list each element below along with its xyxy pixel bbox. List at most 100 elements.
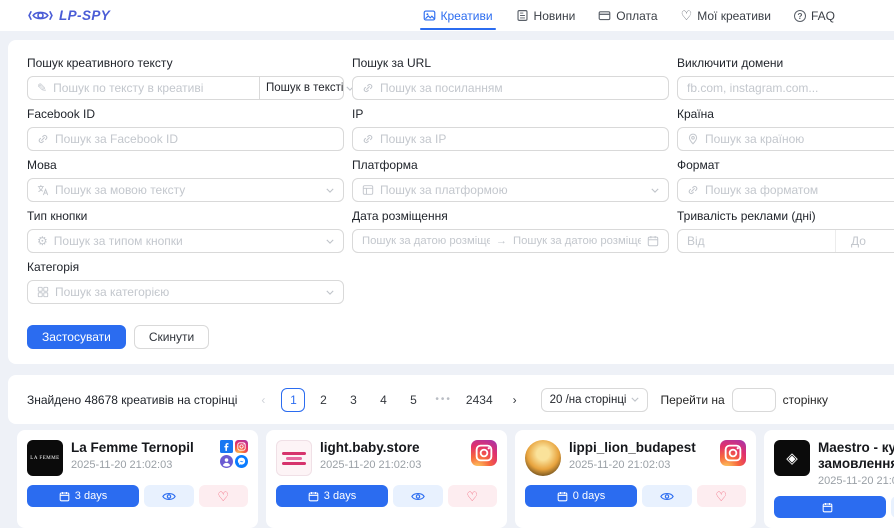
- messenger-icon[interactable]: [235, 455, 248, 468]
- days-label: 3 days: [324, 490, 356, 502]
- platform-select[interactable]: [352, 178, 669, 202]
- calendar-icon: [822, 502, 833, 513]
- days-active-button[interactable]: 3 days: [276, 485, 388, 507]
- location-pin-icon: [687, 133, 699, 145]
- link-icon: [687, 184, 699, 196]
- creative-cards-row: LA FEMME La Femme Ternopil 2025-11-20 21…: [0, 430, 894, 528]
- creative-card[interactable]: lippi_lion_budapest 2025-11-20 21:02:03 …: [515, 430, 756, 528]
- nav-tab-payment[interactable]: Оплата: [598, 0, 657, 31]
- reset-button[interactable]: Скинути: [134, 325, 209, 349]
- format-select[interactable]: [677, 178, 894, 202]
- button-type-select[interactable]: ⚙: [27, 229, 344, 253]
- goto-page-input[interactable]: [732, 388, 776, 412]
- creative-card[interactable]: light.baby.store 2025-11-20 21:02:03 3 d…: [266, 430, 507, 528]
- page-size-select[interactable]: 20 /на сторінці: [541, 388, 649, 412]
- category-select[interactable]: [27, 280, 344, 304]
- logo[interactable]: LP-SPY: [28, 8, 110, 23]
- page-button-4[interactable]: 4: [371, 388, 395, 412]
- avatar: ◈: [774, 440, 810, 476]
- field-label: Пошук креативного тексту: [27, 56, 344, 70]
- main-nav: Креативи Новини Оплата ♡ Мої креативи ? …: [423, 0, 836, 31]
- days-label: 0 days: [573, 490, 605, 502]
- country-input[interactable]: [705, 132, 894, 146]
- prev-page-button[interactable]: ‹: [251, 388, 275, 412]
- pagination: ‹ 1 2 3 4 5 ••• 2434 ›: [251, 388, 526, 412]
- apply-button[interactable]: Застосувати: [27, 325, 126, 349]
- field-label: Facebook ID: [27, 107, 344, 121]
- favorite-button[interactable]: ♡: [199, 485, 249, 507]
- page-button-2[interactable]: 2: [311, 388, 335, 412]
- card-date: 2025-11-20 21:02:03: [818, 475, 894, 487]
- platform-grid-icon: [362, 184, 374, 196]
- view-button[interactable]: [393, 485, 443, 507]
- days-active-button[interactable]: [774, 496, 886, 518]
- creative-card[interactable]: LA FEMME La Femme Ternopil 2025-11-20 21…: [17, 430, 258, 528]
- button-type-input[interactable]: [54, 234, 320, 248]
- creative-text-input[interactable]: [53, 81, 250, 95]
- exclude-domains-input[interactable]: [687, 81, 894, 95]
- facebook-id-input[interactable]: [55, 132, 334, 146]
- platform-input[interactable]: [380, 183, 645, 197]
- creative-card[interactable]: ◈ Maestro - кухні, ме замовлення в Ужг 2…: [764, 430, 894, 528]
- duration-to-input[interactable]: [842, 230, 894, 252]
- filter-creative-text: Пошук креативного тексту ✎ Пошук в текст…: [27, 56, 344, 100]
- url-input[interactable]: [380, 81, 659, 95]
- eye-icon: [162, 491, 176, 502]
- field-label: Пошук за URL: [352, 56, 669, 70]
- link-icon: [37, 133, 49, 145]
- nav-tab-creatives[interactable]: Креативи: [423, 0, 493, 31]
- next-page-button[interactable]: ›: [503, 388, 527, 412]
- days-active-button[interactable]: 0 days: [525, 485, 637, 507]
- nav-tab-faq[interactable]: ? FAQ: [794, 0, 835, 31]
- days-active-button[interactable]: 3 days: [27, 485, 139, 507]
- view-button[interactable]: [144, 485, 194, 507]
- page-button-3[interactable]: 3: [341, 388, 365, 412]
- language-select[interactable]: [27, 178, 344, 202]
- field-label: Країна: [677, 107, 894, 121]
- pagination-ellipsis[interactable]: •••: [431, 388, 456, 412]
- eye-icon: [660, 491, 674, 502]
- favorite-button[interactable]: ♡: [697, 485, 747, 507]
- view-button[interactable]: [642, 485, 692, 507]
- card-title[interactable]: Maestro - кухні, ме замовлення в Ужг: [818, 440, 894, 472]
- favorite-button[interactable]: ♡: [448, 485, 498, 507]
- eye-logo-icon: [28, 8, 53, 23]
- page-button-5[interactable]: 5: [401, 388, 425, 412]
- nav-label: Новини: [534, 9, 576, 23]
- card-title[interactable]: light.baby.store: [320, 440, 463, 456]
- results-summary: Знайдено 48678 креативів на сторінці: [27, 393, 237, 407]
- text-search-mode-select[interactable]: Пошук в тексті: [260, 76, 344, 100]
- page-button-last[interactable]: 2434: [462, 388, 497, 412]
- filter-ip: IP: [352, 107, 669, 151]
- date-range-picker[interactable]: →: [352, 229, 669, 253]
- field-label: Тривалість реклами (дні): [677, 209, 894, 223]
- pencil-icon: ✎: [37, 82, 47, 94]
- profile-icon[interactable]: [220, 455, 233, 468]
- ip-input[interactable]: [380, 132, 659, 146]
- field-label: Виключити домени: [677, 56, 894, 70]
- chevron-down-icon: [631, 397, 639, 402]
- filter-category: Категорія: [27, 260, 344, 304]
- results-bar: Знайдено 48678 креативів на сторінці ‹ 1…: [8, 375, 894, 424]
- filter-platform: Платформа: [352, 158, 669, 202]
- card-title[interactable]: La Femme Ternopil: [71, 440, 212, 456]
- page-button-1[interactable]: 1: [281, 388, 305, 412]
- calendar-icon: [557, 491, 568, 502]
- category-input[interactable]: [55, 285, 320, 299]
- nav-tab-news[interactable]: Новини: [516, 0, 576, 31]
- card-title[interactable]: lippi_lion_budapest: [569, 440, 712, 456]
- goto-prefix-label: Перейти на: [660, 393, 724, 407]
- nav-label: FAQ: [811, 9, 835, 23]
- nav-tab-my-creatives[interactable]: ♡ Мої креативи: [681, 0, 771, 31]
- calendar-icon: [647, 235, 659, 247]
- date-to-input[interactable]: [513, 235, 641, 247]
- duration-from-input[interactable]: [678, 230, 829, 252]
- date-from-input[interactable]: [362, 235, 490, 247]
- language-input[interactable]: [55, 183, 320, 197]
- instagram-icon[interactable]: [235, 440, 248, 453]
- instagram-icon[interactable]: [471, 440, 497, 466]
- instagram-icon[interactable]: [720, 440, 746, 466]
- format-input[interactable]: [705, 183, 894, 197]
- category-grid-icon: [37, 286, 49, 298]
- facebook-icon[interactable]: [220, 440, 233, 453]
